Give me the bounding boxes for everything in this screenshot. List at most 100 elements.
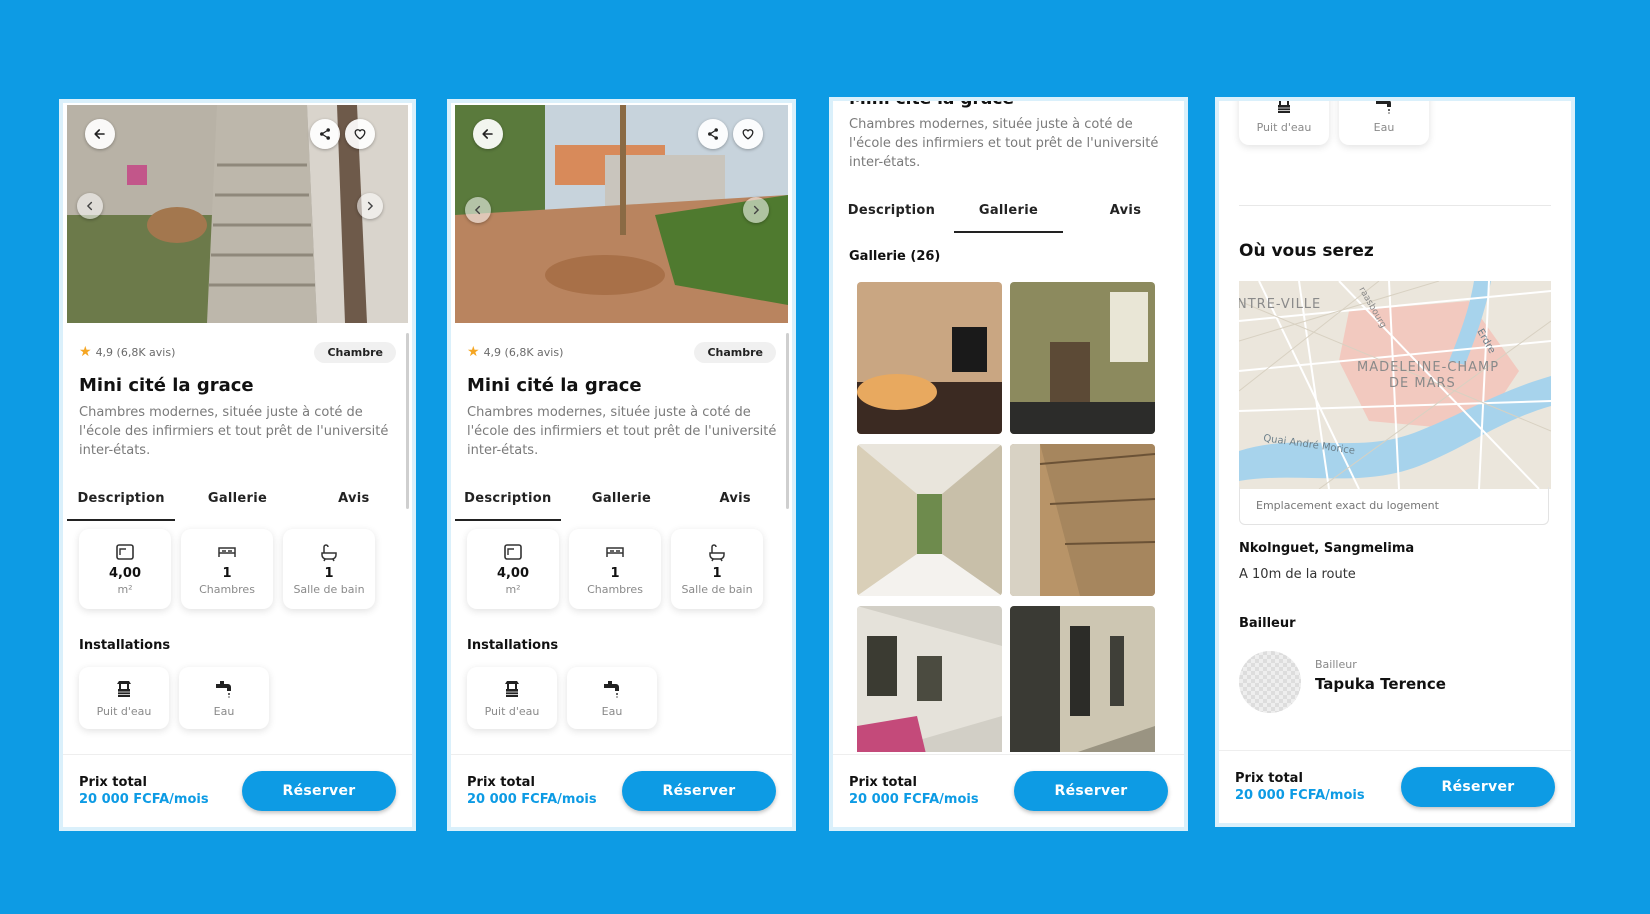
tab-bar: Description Gallerie Avis: [63, 481, 412, 521]
rating: ★ 4,9 (6,8K avis): [79, 344, 175, 360]
tab-reviews[interactable]: Avis: [678, 481, 792, 521]
reserve-button[interactable]: Réserver: [1401, 767, 1555, 807]
faucet-icon: [1374, 101, 1394, 115]
hero-photo-stairs[interactable]: [67, 105, 408, 323]
listing-title: Mini cité la grace: [467, 375, 642, 396]
chevron-right-icon: [749, 203, 763, 217]
installation-well: Puit d'eau: [467, 667, 557, 729]
tab-bar: Description Gallerie Avis: [451, 481, 792, 521]
back-arrow-icon: [480, 126, 496, 142]
next-photo-button[interactable]: [743, 197, 769, 223]
avatar[interactable]: [1239, 651, 1301, 713]
rating-text: 4,9 (6,8K avis): [483, 345, 564, 359]
heart-icon: [740, 126, 756, 142]
listing-description: Chambres modernes, située juste à coté d…: [467, 405, 777, 458]
rating: ★ 4,9 (6,8K avis): [467, 344, 563, 360]
back-button[interactable]: [473, 119, 503, 149]
next-photo-button[interactable]: [357, 193, 383, 219]
tab-description[interactable]: Description: [451, 481, 565, 521]
reserve-button[interactable]: Réserver: [1014, 771, 1168, 811]
share-button[interactable]: [698, 119, 728, 149]
gallery-heading: Gallerie (26): [849, 249, 941, 264]
share-icon: [317, 126, 333, 142]
distance-note: A 10m de la route: [1239, 567, 1356, 582]
corridor-photo: [857, 606, 1002, 752]
listing-meta: ★ 4,9 (6,8K avis) Chambre: [467, 339, 776, 365]
landlord-name: Tapuka Terence: [1315, 675, 1446, 693]
divider: [1239, 205, 1551, 206]
area-icon: [115, 542, 135, 562]
stat-card-bedrooms: 1 Chambres: [181, 529, 273, 609]
installations-heading: Installations: [467, 638, 559, 653]
back-button[interactable]: [85, 119, 115, 149]
stat-card-bedrooms: 1 Chambres: [569, 529, 661, 609]
gallery-photo-3[interactable]: [857, 444, 1002, 596]
gallery-photo-1[interactable]: [857, 282, 1002, 434]
installations-heading: Installations: [79, 638, 171, 653]
installation-label: Eau: [601, 704, 623, 718]
tab-description[interactable]: Description: [63, 481, 179, 521]
price-block: Prix total 20 000 FCFA/mois: [1235, 771, 1365, 803]
installation-water: Eau: [1339, 101, 1429, 145]
reserve-button[interactable]: Réserver: [242, 771, 396, 811]
price-block: Prix total 20 000 FCFA/mois: [467, 775, 597, 807]
stat-unit: m²: [117, 583, 133, 596]
faucet-icon: [602, 679, 622, 699]
stat-unit: Chambres: [587, 583, 643, 596]
avatar-placeholder-icon: [1239, 651, 1301, 713]
corridor-photo: [1010, 444, 1155, 596]
gallery-photo-4[interactable]: [1010, 444, 1155, 596]
booking-bar: Prix total 20 000 FCFA/mois Réserver: [1219, 750, 1571, 823]
star-icon: ★: [467, 344, 480, 360]
price-value: 20 000 FCFA/mois: [1235, 788, 1365, 803]
gallery-photo-6[interactable]: [1010, 606, 1155, 752]
stats-cards: 4,00 m² 1 Chambres 1 Salle de bain: [79, 529, 396, 609]
installation-label: Puit d'eau: [1256, 120, 1312, 134]
rating-text: 4,9 (6,8K avis): [95, 345, 176, 359]
tab-gallery[interactable]: Gallerie: [565, 481, 679, 521]
price-value: 20 000 FCFA/mois: [79, 792, 209, 807]
area-icon: [503, 542, 523, 562]
chevron-right-icon: [363, 199, 377, 213]
favorite-button[interactable]: [733, 119, 763, 149]
installations-list: Puit d'eau Eau: [79, 667, 396, 729]
phone-screen-details-2: ★ 4,9 (6,8K avis) Chambre Mini cité la gr…: [451, 103, 792, 827]
share-button[interactable]: [310, 119, 340, 149]
gallery-photo-5[interactable]: [857, 606, 1002, 752]
tab-reviews[interactable]: Avis: [1067, 193, 1184, 233]
phone-screen-details-1: ★ 4,9 (6,8K avis) Chambre Mini cité la gr…: [63, 103, 412, 827]
stat-value: 4,00: [108, 566, 142, 581]
hero-photo-yard[interactable]: [455, 105, 788, 323]
landlord-heading: Bailleur: [1239, 616, 1296, 631]
installation-label: Puit d'eau: [484, 704, 540, 718]
stat-value: 1: [610, 566, 620, 581]
prev-photo-button[interactable]: [77, 193, 103, 219]
tab-description[interactable]: Description: [833, 193, 950, 233]
listing-title-cut: Mini cité la grace: [849, 101, 1168, 109]
well-icon: [502, 679, 522, 699]
tab-gallery[interactable]: Gallerie: [950, 193, 1067, 233]
tab-gallery[interactable]: Gallerie: [179, 481, 295, 521]
gallery-photo-2[interactable]: [1010, 282, 1155, 434]
favorite-button[interactable]: [345, 119, 375, 149]
stat-value: 1: [712, 566, 722, 581]
price-block: Prix total 20 000 FCFA/mois: [79, 775, 209, 807]
listing-description: Chambres modernes, située juste à coté d…: [849, 117, 1159, 170]
reserve-button[interactable]: Réserver: [622, 771, 776, 811]
stat-value: 1: [324, 566, 334, 581]
installation-label: Eau: [1373, 120, 1395, 134]
prev-photo-button[interactable]: [465, 197, 491, 223]
tab-bar: Description Gallerie Avis: [833, 193, 1184, 233]
tab-reviews[interactable]: Avis: [296, 481, 412, 521]
stat-card-bathroom: 1 Salle de bain: [283, 529, 375, 609]
listing-title: Mini cité la grace: [79, 375, 254, 396]
bed-icon: [605, 542, 625, 562]
price-value: 20 000 FCFA/mois: [467, 792, 597, 807]
installation-label: Eau: [213, 704, 235, 718]
map-caption: Emplacement exact du logement: [1239, 487, 1549, 525]
category-chip: Chambre: [694, 341, 776, 363]
installation-well: Puit d'eau: [1239, 101, 1329, 145]
map-label-madeleine: MADELEINE-CHAMP: [1357, 360, 1499, 375]
map-view[interactable]: NTRE-VILLE MADELEINE-CHAMP DE MARS Quai …: [1239, 281, 1551, 489]
booking-bar: Prix total 20 000 FCFA/mois Réserver: [451, 754, 792, 827]
